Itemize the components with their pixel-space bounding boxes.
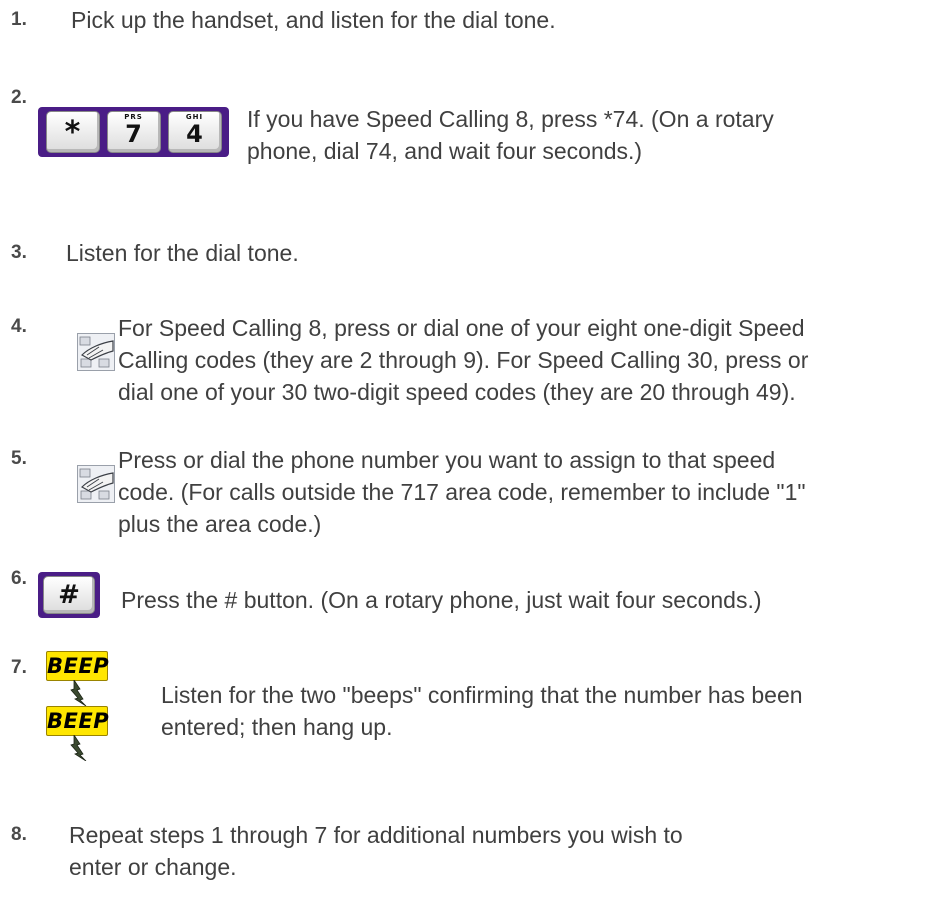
step-5-line-1: Press or dial the phone number you want … [118,447,776,473]
four-key-icon: GHI 4 [167,111,222,153]
step-4-line-1: For Speed Calling 8, press or dial one o… [118,315,805,341]
step-5-line-2: code. (For calls outside the 717 area co… [118,479,806,505]
beep-badge-icon: BEEP [46,706,109,736]
beep-badge-icon: BEEP [46,651,109,681]
step-3-number: 3. [11,242,27,263]
star-key-icon: * [45,111,100,153]
step-8-line-2: enter or change. [69,854,237,880]
step-4-line-3: dial one of your 30 two-digit speed code… [118,379,796,405]
step-8-line-1: Repeat steps 1 through 7 for additional … [69,822,683,848]
step-4-number: 4. [11,316,27,337]
step-7-text: Listen for the two "beeps" confirming th… [161,679,803,743]
lightning-bolt-icon [70,735,87,761]
step-2-line-1: If you have Speed Calling 8, press *74. … [247,106,774,132]
step-2-text: If you have Speed Calling 8, press *74. … [247,103,774,167]
step-4-text: For Speed Calling 8, press or dial one o… [118,312,808,408]
step-6-text: Press the # button. (On a rotary phone, … [121,584,762,616]
step-1-line-1: Pick up the handset, and listen for the … [71,7,556,33]
lightning-bolt-icon [70,680,87,706]
step-5-number: 5. [11,448,27,469]
step-7-line-1: Listen for the two "beeps" confirming th… [161,682,803,708]
step-3-line-1: Listen for the dial tone. [66,240,299,266]
keypad-hand-icon [77,333,115,371]
keypad-keys-star-7-4: * PRS 7 GHI 4 [38,107,229,157]
seven-key-icon: PRS 7 [106,111,161,153]
step-6-number: 6. [11,568,27,589]
step-8-number: 8. [11,824,27,845]
hash-key-icon: # [38,572,100,618]
step-3-text: Listen for the dial tone. [66,237,299,269]
step-8-text: Repeat steps 1 through 7 for additional … [69,819,683,883]
step-7-number: 7. [11,657,27,678]
step-2-line-2: phone, dial 74, and wait four seconds.) [247,138,643,164]
step-5-line-3: plus the area code.) [118,511,322,537]
step-6-line-1: Press the # button. (On a rotary phone, … [121,587,762,613]
hash-key-cap: # [43,576,95,614]
step-1-number: 1. [11,9,27,30]
step-7-line-2: entered; then hang up. [161,714,393,740]
step-5-text: Press or dial the phone number you want … [118,444,806,540]
step-2-number: 2. [11,87,27,108]
step-1-text: Pick up the handset, and listen for the … [71,4,556,36]
step-4-line-2: Calling codes (they are 2 through 9). Fo… [118,347,809,373]
keypad-hand-icon [77,465,115,503]
